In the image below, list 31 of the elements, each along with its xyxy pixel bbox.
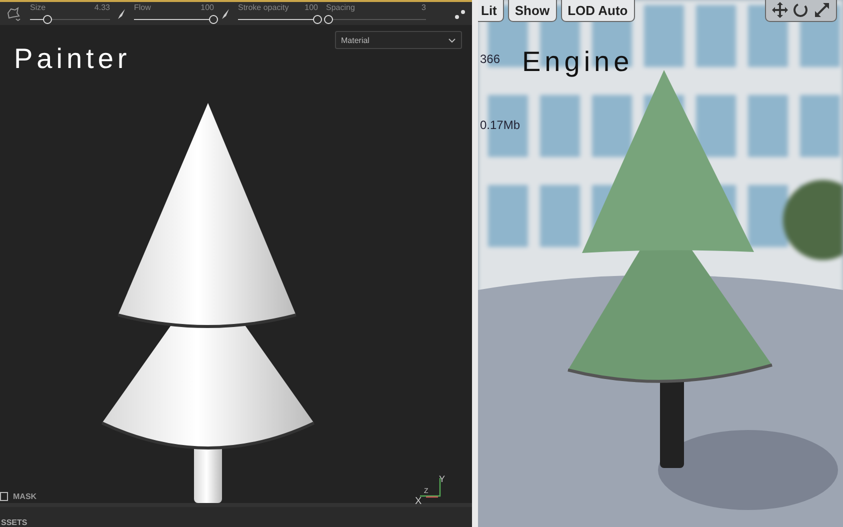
viewport-button[interactable]: LOD Auto bbox=[560, 0, 635, 22]
dots-icon[interactable] bbox=[454, 8, 466, 20]
rotate-icon[interactable] bbox=[793, 2, 809, 18]
slider-value: 4.33 bbox=[94, 4, 110, 12]
stats-text: 0.17Mb bbox=[480, 118, 520, 132]
slider-thumb[interactable] bbox=[324, 14, 333, 24]
pen-icon[interactable] bbox=[118, 8, 126, 18]
slider-value: 100 bbox=[304, 4, 318, 12]
slider-thumb[interactable] bbox=[42, 14, 52, 24]
material-dropdown[interactable]: Material bbox=[335, 31, 462, 49]
panel-title: SSETS bbox=[1, 518, 28, 527]
slider-thumb[interactable] bbox=[209, 14, 218, 24]
slider-label: Size bbox=[30, 4, 46, 12]
slider-label: Spacing bbox=[326, 4, 355, 12]
move-icon[interactable] bbox=[772, 2, 788, 18]
painter-title: Painter bbox=[14, 43, 131, 75]
brush-stamp-icon[interactable] bbox=[6, 6, 22, 20]
viewport-button[interactable]: Show bbox=[508, 0, 557, 22]
viewport-button[interactable]: Lit bbox=[478, 0, 504, 22]
stats-text: 366 bbox=[480, 52, 500, 66]
chevron-icon bbox=[448, 38, 456, 42]
slider-label: Stroke opacity bbox=[238, 4, 289, 12]
slider-value: 3 bbox=[422, 4, 426, 12]
pen-icon[interactable] bbox=[222, 8, 230, 18]
slider-value: 100 bbox=[200, 4, 214, 12]
scale-icon[interactable] bbox=[814, 2, 830, 18]
mask-label: MASK bbox=[13, 492, 37, 501]
slider-label: Flow bbox=[134, 4, 151, 12]
mask-checkbox[interactable] bbox=[0, 492, 8, 501]
slider-thumb[interactable] bbox=[313, 14, 322, 24]
engine-title: Engine bbox=[522, 46, 634, 78]
